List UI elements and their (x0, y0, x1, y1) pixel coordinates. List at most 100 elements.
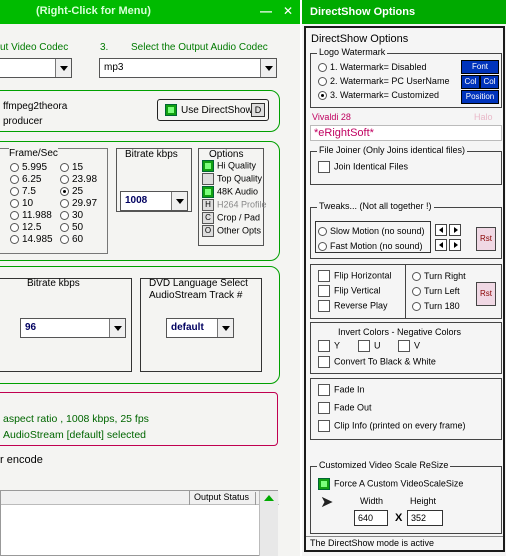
output-status-header[interactable]: Output Status (194, 492, 249, 502)
reverse-play-label: Reverse Play (334, 300, 388, 311)
info-panel: ffmpeg2theora producer Use DirectShow D (0, 90, 280, 132)
summary-panel: aspect ratio , 1008 kbps, 25 fps AudioSt… (0, 392, 278, 446)
turn-left-radio[interactable]: Turn Left (412, 286, 460, 297)
video-codec-select[interactable] (0, 58, 72, 78)
options-label: Options (209, 149, 244, 160)
output-list[interactable]: Output Status (0, 490, 279, 556)
fps-radio-10[interactable]: 10 (10, 198, 33, 209)
turn-right-radio[interactable]: Turn Right (412, 271, 466, 282)
chevron-down-icon[interactable] (171, 192, 187, 210)
fade-in-checkbox[interactable]: Fade In (318, 384, 365, 396)
color-button-2[interactable]: Col (480, 75, 499, 89)
fps-radio-12-5[interactable]: 12.5 (10, 222, 41, 233)
fast-motion-radio[interactable]: Fast Motion (no sound) (318, 241, 423, 252)
video-scale-group: Customized Video Scale ReSize (310, 460, 502, 534)
scroll-up-icon[interactable] (264, 495, 274, 501)
option-h264-profile[interactable]: H H264 Profile (202, 199, 267, 211)
fast-decrease-button[interactable] (435, 239, 447, 251)
reverse-play-checkbox[interactable]: Reverse Play (318, 300, 388, 312)
rotate-reset-button[interactable]: Rst (476, 282, 496, 306)
info-line-2: producer (3, 116, 43, 127)
chevron-down-icon[interactable] (217, 319, 233, 337)
tweaks-reset-button[interactable]: Rst (476, 227, 496, 251)
option-48k-audio[interactable]: 48K Audio (202, 186, 258, 198)
width-input[interactable]: 640 (354, 510, 388, 526)
invert-u-checkbox[interactable]: U (358, 340, 381, 352)
turn-right-label: Turn Right (424, 271, 466, 281)
video-bitrate-select[interactable]: 1008 (120, 191, 188, 211)
fps-radio-6-25[interactable]: 6.25 (10, 174, 41, 185)
fps-radio-5-995[interactable]: 5.995 (10, 162, 47, 173)
chevron-down-icon[interactable] (109, 319, 125, 337)
audio-codec-select[interactable]: mp3 (99, 58, 277, 78)
slow-increase-button[interactable] (449, 224, 461, 236)
invert-v-checkbox[interactable]: V (398, 340, 420, 352)
watermark-option-3[interactable]: 3. Watermark= Customized (318, 90, 439, 101)
framerate-label: Frame/Sec (9, 148, 58, 159)
output-scrollbar[interactable] (259, 491, 278, 556)
convert-bw-label: Convert To Black & White (334, 356, 436, 367)
audio-bitrate-select[interactable]: 96 (20, 318, 126, 338)
color-button-1[interactable]: Col (461, 75, 480, 89)
height-input[interactable]: 352 (407, 510, 443, 526)
use-directshow-label: Use DirectShow (181, 105, 253, 116)
fps-radio-60[interactable]: 60 (60, 234, 83, 245)
slow-motion-radio[interactable]: Slow Motion (no sound) (318, 226, 425, 237)
video-scale-label: Customized Video Scale ReSize (317, 460, 451, 470)
summary-line-1: aspect ratio , 1008 kbps, 25 fps (3, 413, 149, 425)
force-scale-checkbox[interactable]: Force A Custom VideoScaleSize (318, 478, 463, 490)
fps-radio-15[interactable]: 15 (60, 162, 83, 173)
fps-radio-25[interactable]: 25 (60, 186, 83, 197)
file-joiner-label: File Joiner (Only Joins identical files) (317, 145, 468, 155)
fps-label: 6.25 (22, 174, 42, 185)
invert-y-checkbox[interactable]: Y (318, 340, 340, 352)
fast-increase-button[interactable] (449, 239, 461, 251)
fps-label: 23.98 (72, 174, 98, 185)
use-directshow-toggle[interactable]: Use DirectShow D (157, 99, 269, 121)
slow-decrease-button[interactable] (435, 224, 447, 236)
fps-radio-14-985[interactable]: 14.985 (10, 234, 53, 245)
watermark-option-1[interactable]: 1. Watermark= Disabled (318, 62, 426, 73)
convert-bw-checkbox[interactable]: Convert To Black & White (318, 356, 436, 368)
flip-vertical-checkbox[interactable]: Flip Vertical (318, 285, 381, 297)
option-crop-pad[interactable]: C Crop / Pad (202, 212, 260, 224)
audio-step-number: 3. (100, 42, 109, 53)
ds-frame: DirectShow Options Logo Watermark 1. Wat… (304, 26, 505, 552)
flip-vertical-label: Flip Vertical (334, 285, 381, 296)
logo-watermark-label: Logo Watermark (317, 47, 388, 57)
clip-info-label: Clip Info (printed on every frame) (334, 420, 466, 431)
fps-radio-23-98[interactable]: 23.98 (60, 174, 97, 185)
fps-label: 30 (72, 210, 84, 221)
dvd-language-select[interactable]: default (166, 318, 234, 338)
fps-radio-50[interactable]: 50 (60, 222, 83, 233)
chevron-down-icon[interactable] (260, 59, 276, 77)
use-directshow-checkbox[interactable] (165, 104, 177, 116)
join-identical-checkbox[interactable]: Join Identical Files (318, 161, 408, 173)
main-title-bar: (Right-Click for Menu) — ✕ (0, 0, 300, 24)
position-button[interactable]: Position (461, 90, 499, 104)
watermark-font-text: Vivaldi 28 (312, 112, 351, 122)
fps-radio-29-97[interactable]: 29.97 (60, 198, 97, 209)
font-button[interactable]: Font (461, 60, 499, 74)
flip-horizontal-checkbox[interactable]: Flip Horizontal (318, 270, 392, 282)
watermark-text-input[interactable]: *eRightSoft* (310, 125, 502, 141)
output-list-header: Output Status (1, 491, 279, 505)
minimize-icon[interactable]: — (258, 3, 274, 19)
height-label: Height (410, 496, 437, 506)
fps-radio-30[interactable]: 30 (60, 210, 83, 221)
turn-180-radio[interactable]: Turn 180 (412, 301, 460, 312)
watermark-option-2[interactable]: 2. Watermark= PC UserName (318, 76, 449, 87)
chevron-down-icon[interactable] (55, 59, 71, 77)
directshow-key-button[interactable]: D (251, 103, 265, 117)
close-icon[interactable]: ✕ (280, 3, 296, 19)
status-bar: The DirectShow mode is active (306, 536, 503, 550)
fps-label: 7.5 (22, 186, 36, 197)
option-top-quality[interactable]: Top Quality (202, 173, 262, 185)
fade-out-checkbox[interactable]: Fade Out (318, 402, 372, 414)
option-hi-quality[interactable]: Hi Quality (202, 160, 256, 172)
dvd-language-value: default (171, 322, 204, 333)
clip-info-checkbox[interactable]: Clip Info (printed on every frame) (318, 420, 466, 432)
option-other-opts[interactable]: O Other Opts (202, 225, 261, 237)
fps-radio-11-988[interactable]: 11.988 (10, 210, 52, 221)
fps-radio-7-5[interactable]: 7.5 (10, 186, 36, 197)
